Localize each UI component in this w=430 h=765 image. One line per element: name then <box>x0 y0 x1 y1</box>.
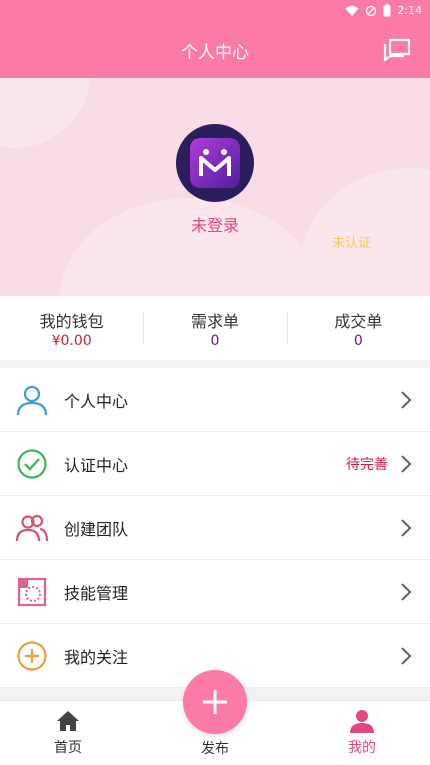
verify-status[interactable]: 未认证 <box>332 232 371 251</box>
chat-bubbles-icon <box>383 38 411 62</box>
stat-deal-orders[interactable]: 成交单 0 <box>286 296 430 360</box>
app-header: 个人中心 <box>0 22 430 78</box>
chevron-right-icon <box>401 454 412 473</box>
stat-value: ¥0.00 <box>51 333 92 349</box>
stats-row: 我的钱包 ¥0.00 需求单 0 成交单 0 <box>0 296 430 360</box>
menu-item-personal-center[interactable]: 个人中心 <box>0 368 430 432</box>
tab-home[interactable]: 首页 <box>18 701 118 765</box>
menu-label: 认证中心 <box>64 455 129 475</box>
plus-circle-icon <box>17 640 47 671</box>
profile-banner: 未登录 未认证 <box>0 78 430 296</box>
status-time: 2:14 <box>397 4 422 17</box>
publish-button[interactable] <box>183 670 247 734</box>
menu-item-verification-center[interactable]: 认证中心 待完善 <box>0 432 430 496</box>
menu-label: 我的关注 <box>64 647 129 667</box>
chevron-right-icon <box>401 582 412 601</box>
menu-item-create-team[interactable]: 创建团队 <box>0 496 430 560</box>
menu-list: 个人中心 认证中心 待完善 创建团队 技能管理 我的关注 <box>0 368 430 688</box>
decor-cloud <box>0 78 90 148</box>
menu-item-skill-management[interactable]: 技能管理 <box>0 560 430 624</box>
chevron-right-icon <box>401 646 412 665</box>
tab-label: 我的 <box>348 740 376 756</box>
page-title: 个人中心 <box>181 43 249 63</box>
stat-wallet[interactable]: 我的钱包 ¥0.00 <box>0 296 143 360</box>
app-logo-icon <box>190 138 240 188</box>
status-bar: 2:14 <box>0 0 430 22</box>
chevron-right-icon <box>401 390 412 409</box>
user-icon <box>16 385 48 415</box>
status-icons: 2:14 <box>345 4 422 17</box>
pending-badge: 待完善 <box>346 456 388 473</box>
publish-label[interactable]: 发布 <box>165 738 265 758</box>
skill-icon <box>17 577 47 606</box>
stat-value: 0 <box>210 333 220 349</box>
menu-label: 技能管理 <box>64 583 129 603</box>
menu-label: 创建团队 <box>64 519 129 539</box>
stat-label: 我的钱包 <box>39 312 104 331</box>
stat-value: 0 <box>353 333 363 349</box>
home-icon <box>57 711 79 731</box>
message-button[interactable] <box>382 34 412 64</box>
check-circle-icon <box>17 448 47 479</box>
no-signal-icon <box>366 5 377 16</box>
person-icon <box>350 710 374 733</box>
tab-mine[interactable]: 我的 <box>312 701 412 765</box>
chevron-right-icon <box>401 518 412 537</box>
wifi-icon <box>345 5 359 16</box>
team-icon <box>16 514 48 541</box>
battery-icon <box>383 4 391 17</box>
stat-label: 需求单 <box>190 312 239 331</box>
tab-label: 首页 <box>54 740 82 756</box>
plus-icon <box>203 690 227 714</box>
avatar[interactable] <box>176 124 254 202</box>
menu-label: 个人中心 <box>64 391 129 411</box>
stat-label: 成交单 <box>334 312 383 331</box>
stat-demand-orders[interactable]: 需求单 0 <box>143 296 286 360</box>
